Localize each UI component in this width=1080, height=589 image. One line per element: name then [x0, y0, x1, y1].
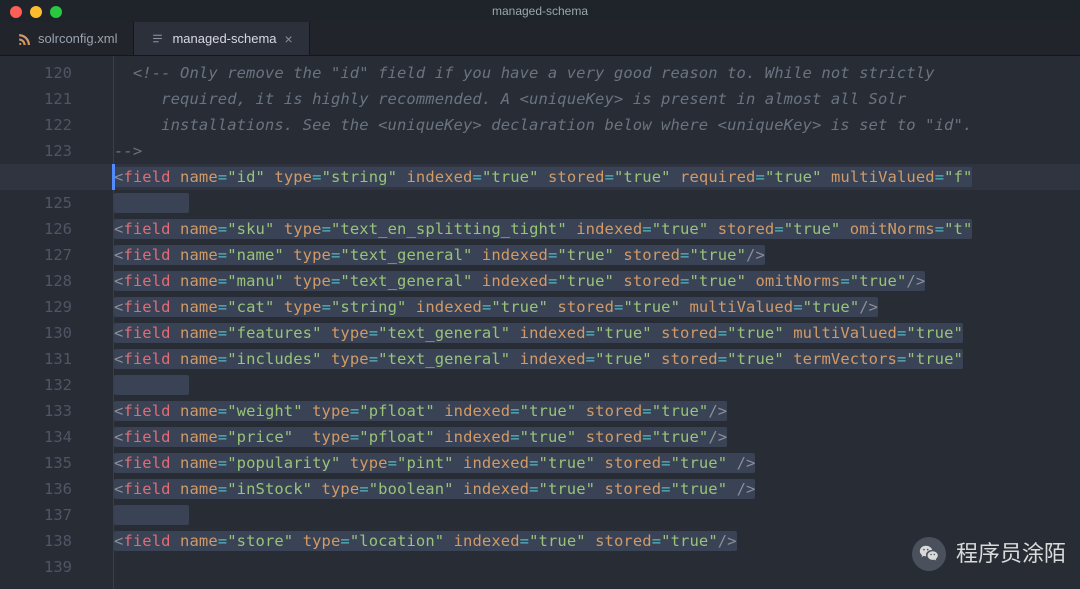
fold-column	[96, 56, 114, 589]
code-line[interactable]: -->	[114, 138, 1080, 164]
code-line[interactable]: <field name="id" type="string" indexed="…	[114, 164, 1080, 190]
watermark-text: 程序员涂陌	[956, 543, 1066, 565]
line-number: 126	[0, 216, 96, 242]
code-line[interactable]: <field name="weight" type="pfloat" index…	[114, 398, 1080, 424]
line-number: 130	[0, 320, 96, 346]
line-number: 120	[0, 60, 96, 86]
code-line[interactable]: <field name="popularity" type="pint" ind…	[114, 450, 1080, 476]
line-number: 134	[0, 424, 96, 450]
tab-solrconfig-xml[interactable]: solrconfig.xml	[0, 22, 134, 55]
line-number: 123	[0, 138, 96, 164]
code-editor[interactable]: 1201211221231241251261271281291301311321…	[0, 56, 1080, 589]
line-number: 136	[0, 476, 96, 502]
line-number: 137	[0, 502, 96, 528]
code-line[interactable]: <field name="sku" type="text_en_splittin…	[114, 216, 1080, 242]
close-window-button[interactable]	[10, 6, 22, 18]
minimize-window-button[interactable]	[30, 6, 42, 18]
code-line[interactable]: installations. See the <uniqueKey> decla…	[114, 112, 1080, 138]
code-line[interactable]	[114, 502, 1080, 528]
window-controls	[10, 6, 62, 18]
code-line[interactable]	[114, 372, 1080, 398]
wechat-icon	[912, 537, 946, 571]
line-number: 139	[0, 554, 96, 580]
line-number: 125	[0, 190, 96, 216]
code-line[interactable]: <field name="name" type="text_general" i…	[114, 242, 1080, 268]
close-tab-button[interactable]: ×	[285, 32, 293, 46]
code-area[interactable]: <!-- Only remove the "id" field if you h…	[114, 56, 1080, 589]
code-line[interactable]: <field name="includes" type="text_genera…	[114, 346, 1080, 372]
code-line[interactable]	[114, 190, 1080, 216]
line-number-gutter: 1201211221231241251261271281291301311321…	[0, 56, 96, 589]
line-number: 121	[0, 86, 96, 112]
tab-managed-schema[interactable]: managed-schema ×	[134, 22, 309, 55]
tab-label: managed-schema	[172, 31, 276, 46]
code-line[interactable]: <field name="cat" type="string" indexed=…	[114, 294, 1080, 320]
line-number: 132	[0, 372, 96, 398]
code-line[interactable]: <!-- Only remove the "id" field if you h…	[114, 60, 1080, 86]
line-number: 122	[0, 112, 96, 138]
tab-label: solrconfig.xml	[38, 31, 117, 46]
line-number: 129	[0, 294, 96, 320]
lines-icon	[150, 32, 164, 46]
code-line[interactable]: <field name="inStock" type="boolean" ind…	[114, 476, 1080, 502]
line-number: 138	[0, 528, 96, 554]
line-number: 133	[0, 398, 96, 424]
line-number: 131	[0, 346, 96, 372]
line-number: 127	[0, 242, 96, 268]
maximize-window-button[interactable]	[50, 6, 62, 18]
tab-bar: solrconfig.xml managed-schema ×	[0, 22, 1080, 56]
watermark: 程序员涂陌	[912, 537, 1066, 571]
code-line[interactable]: <field name="price" type="pfloat" indexe…	[114, 424, 1080, 450]
rss-icon	[16, 32, 30, 46]
code-line[interactable]: <field name="features" type="text_genera…	[114, 320, 1080, 346]
line-number: 135	[0, 450, 96, 476]
code-line[interactable]: <field name="manu" type="text_general" i…	[114, 268, 1080, 294]
code-line[interactable]: required, it is highly recommended. A <u…	[114, 86, 1080, 112]
window-title: managed-schema	[0, 0, 1080, 22]
line-number: 128	[0, 268, 96, 294]
